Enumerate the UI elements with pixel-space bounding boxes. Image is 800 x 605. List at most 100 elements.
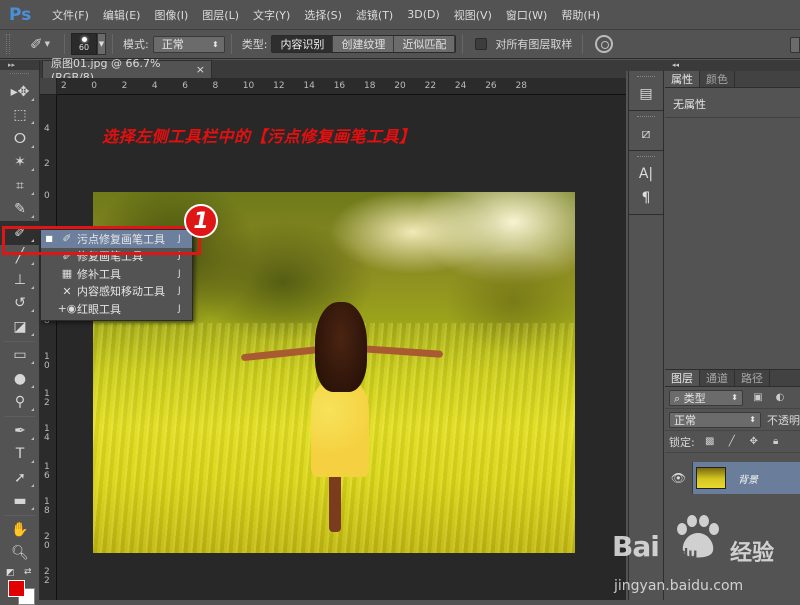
flyout-item-shortcut: J — [178, 286, 181, 297]
paragraph-icon[interactable]: ¶ — [629, 186, 663, 210]
ruler-tick-label: 0 — [44, 191, 50, 201]
menu-file[interactable]: 文件(F) — [45, 7, 96, 23]
document-tab[interactable]: 原图01.jpg @ 66.7%(RGB/8) × — [42, 57, 212, 84]
menu-type[interactable]: 文字(Y) — [246, 7, 297, 23]
chevron-down-icon: ▼ — [98, 40, 105, 48]
menu-filter[interactable]: 滤镜(T) — [349, 7, 400, 23]
tab-properties[interactable]: 属性 — [665, 71, 700, 87]
pen-tool[interactable]: ✒ — [0, 419, 40, 443]
step-badge: 1 — [184, 204, 218, 238]
filter-pixel-icon[interactable]: ▣ — [751, 392, 765, 404]
type-content-aware[interactable]: 内容识别 — [272, 36, 334, 52]
layer-body[interactable]: 背景 — [693, 462, 800, 494]
close-icon[interactable]: × — [196, 63, 205, 76]
clone-source-icon[interactable]: ⧄ — [629, 122, 663, 146]
sample-all-layers-label: 对所有图层取样 — [495, 38, 573, 51]
move-icon: ▸✥ — [10, 83, 30, 100]
type-proximity-match[interactable]: 近似匹配 — [394, 36, 456, 52]
history-brush-tool[interactable]: ↺ — [0, 292, 40, 316]
pen-icon: ✒ — [14, 422, 26, 439]
filter-adjustment-icon[interactable]: ◐ — [773, 392, 787, 404]
swap-colors-icon[interactable]: ⇄ — [24, 567, 32, 577]
flyout-item[interactable]: ✕ 内容感知移动工具 J — [41, 283, 192, 301]
workspace-button[interactable] — [790, 37, 800, 53]
tab-channels[interactable]: 通道 — [700, 370, 735, 386]
sample-all-layers-checkbox[interactable] — [475, 38, 488, 50]
toolbar-divider — [4, 340, 35, 342]
history-brush-icon: ↺ — [14, 295, 26, 312]
move-tool[interactable]: ▸✥ — [0, 80, 40, 104]
lock-all-icon[interactable]: 🔒︎ — [769, 436, 783, 448]
eraser-tool[interactable]: ◪ — [0, 315, 40, 339]
type-tool[interactable]: T — [0, 443, 40, 467]
eye-icon[interactable]: 👁︎ — [665, 462, 693, 494]
foreground-color[interactable] — [8, 580, 25, 597]
toolbar-grip[interactable] — [10, 73, 29, 77]
divider — [112, 34, 113, 54]
dock-grip[interactable] — [637, 156, 655, 159]
ruler-tick-label: 20 — [394, 81, 406, 91]
color-swatches: ◩ ⇄ — [6, 567, 36, 605]
ruler-tick-label: 18 — [364, 81, 376, 91]
pressure-size-icon[interactable] — [595, 35, 614, 53]
tab-layers[interactable]: 图层 — [665, 370, 700, 386]
dodge-tool[interactable]: ⚲ — [0, 391, 40, 415]
layer-filter-select[interactable]: ⌕ 类型 ⬍ — [669, 389, 743, 406]
collapse-panels-icon[interactable]: ◂◂ — [626, 60, 800, 71]
lock-transparent-icon[interactable]: ▩ — [703, 436, 717, 448]
dock-grip[interactable] — [637, 76, 655, 79]
dock-grip[interactable] — [637, 116, 655, 119]
eyedropper-tool[interactable]: ✎ — [0, 198, 40, 222]
zoom-tool[interactable]: 🔍︎ — [0, 542, 40, 566]
image-girl-leg — [329, 472, 341, 532]
lasso-tool[interactable]: ⵔ — [0, 127, 40, 151]
type-create-texture[interactable]: 创建纹理 — [333, 36, 395, 52]
menu-window[interactable]: 窗口(W) — [499, 7, 554, 23]
layer-row[interactable]: 👁︎ 背景 — [665, 462, 800, 494]
gradient-tool[interactable]: ▭ — [0, 344, 40, 368]
menu-image[interactable]: 图像(I) — [147, 7, 195, 23]
default-colors-icon[interactable]: ◩ — [6, 568, 15, 578]
expand-toolbar-icon[interactable]: ▸▸ — [0, 60, 39, 70]
rectangle-tool[interactable]: ▬ — [0, 490, 40, 514]
eyedropper-icon: ✎ — [14, 201, 26, 218]
more-tools-indicator — [31, 436, 34, 440]
crop-tool[interactable]: ⌗ — [0, 174, 40, 198]
menu-3d[interactable]: 3D(D) — [400, 8, 447, 21]
horizontal-ruler[interactable]: 2 0 2 4 6 8 10 12 14 16 18 20 22 24 26 28 — [57, 78, 626, 95]
blend-mode-select[interactable]: 正常 ⬍ — [669, 411, 761, 428]
ruler-tick-label: 16 — [44, 462, 50, 481]
brush-preset-picker[interactable]: 60 — [71, 33, 97, 55]
lock-position-icon[interactable]: ✥ — [747, 436, 761, 448]
vertical-ruler[interactable]: 4 2 0 8 10 12 14 16 18 20 22 — [40, 95, 57, 600]
ruler-tick-label: 4 — [151, 81, 158, 91]
flyout-item-label: 红眼工具 — [77, 302, 121, 316]
tab-color[interactable]: 颜色 — [700, 71, 735, 87]
flyout-item[interactable]: ▦ 修补工具 J — [41, 265, 192, 283]
tab-paths[interactable]: 路径 — [735, 370, 770, 386]
menu-help[interactable]: 帮助(H) — [554, 7, 607, 23]
clone-stamp-tool[interactable]: ⊥ — [0, 268, 40, 292]
character-icon[interactable]: A| — [629, 162, 663, 186]
history-icon[interactable]: ▤ — [629, 82, 663, 106]
lock-pixels-icon[interactable]: ╱ — [725, 436, 739, 448]
menu-edit[interactable]: 编辑(E) — [96, 7, 148, 23]
options-bar-grip[interactable] — [6, 34, 10, 54]
menu-view[interactable]: 视图(V) — [447, 7, 499, 23]
tool-preset-picker[interactable]: ✐ ▼ — [22, 35, 58, 53]
mode-select[interactable]: 正常 ⬍ — [152, 35, 225, 53]
brush-dropdown-button[interactable]: ▼ — [97, 33, 106, 55]
more-tools-indicator — [31, 285, 34, 289]
hand-tool[interactable]: ✋ — [0, 518, 40, 542]
marquee-tool[interactable]: ⬚ — [0, 104, 40, 128]
ruler-origin[interactable] — [40, 78, 57, 95]
flyout-item[interactable]: +◉ 红眼工具 J — [41, 300, 192, 318]
magic-wand-tool[interactable]: ✶ — [0, 151, 40, 175]
layer-filter-value: 类型 — [683, 391, 706, 405]
blur-tool[interactable]: ● — [0, 367, 40, 391]
menu-layer[interactable]: 图层(L) — [195, 7, 246, 23]
ruler-tick-label: 2 — [61, 81, 67, 91]
path-selection-tool[interactable]: ➚ — [0, 466, 40, 490]
divider — [64, 34, 65, 54]
menu-select[interactable]: 选择(S) — [297, 7, 349, 23]
